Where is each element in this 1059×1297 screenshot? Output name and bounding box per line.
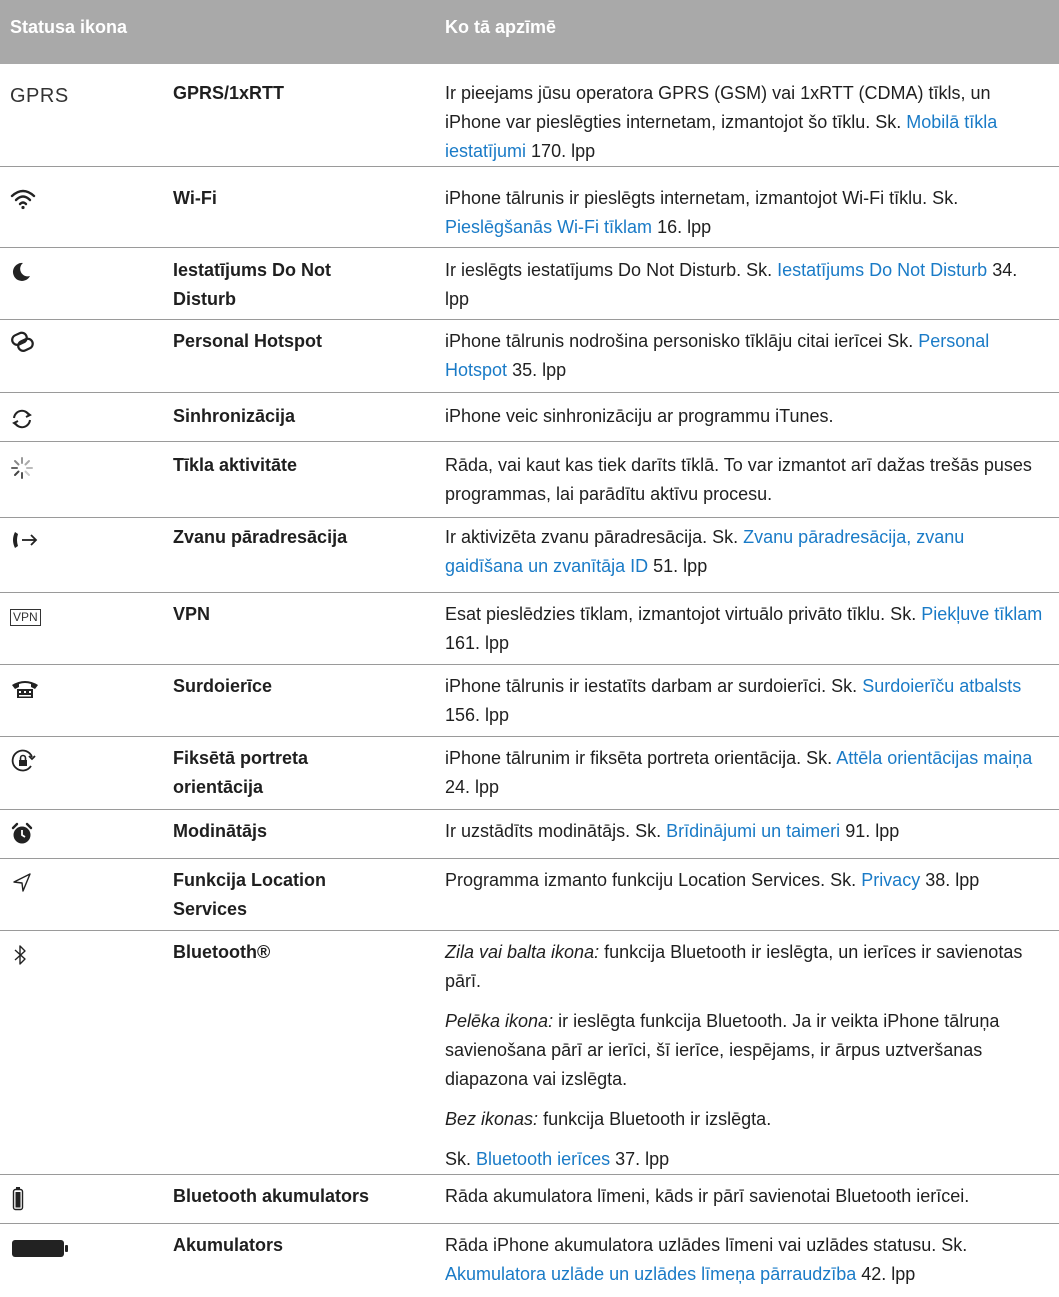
row-description: Rāda iPhone akumulatora uzlādes līmeni v… [445,1235,968,1284]
tty-icon [10,674,120,704]
header-meaning: Ko tā apzīmē [445,17,557,37]
alarm-icon [10,819,120,849]
row-description: Esat pieslēdzies tīklam, izmantojot virt… [445,604,1043,653]
table-row: Bluetooth akumulators Rāda akumulatora l… [0,1174,1059,1224]
row-name: VPN [173,604,211,624]
table-row: Funkcija Location Services Programma izm… [0,858,1059,931]
row-name: Iestatījums Do Not Disturb [173,260,332,309]
row-description: Ir uzstādīts modinātājs. Sk. Brīdinājumi… [445,821,900,841]
table-row: Modinātājs Ir uzstādīts modinātājs. Sk. … [0,809,1059,859]
row-description: iPhone tālrunis ir iestatīts darbam ar s… [445,676,1022,725]
row-description: Rāda akumulatora līmeni, kāds ir pārī sa… [445,1186,970,1206]
table-row: Wi-Fi iPhone tālrunis ir pieslēgts inter… [0,166,1059,248]
bluetooth-icon [10,940,120,970]
battery-icon [10,1233,120,1263]
row-description: Ir pieejams jūsu operatora GPRS (GSM) va… [445,83,998,161]
row-description: iPhone tālrunim ir fiksēta portreta orie… [445,748,1033,797]
call-forwarding-icon [10,525,120,555]
table-row: Iestatījums Do Not Disturb Ir ieslēgts i… [0,247,1059,320]
table-row: Akumulators Rāda iPhone akumulatora uzlā… [0,1223,1059,1297]
location-icon [10,868,120,898]
row-name: Zvanu pāradresācija [173,527,348,547]
row-name: Sinhronizācija [173,406,296,426]
row-name: Bluetooth® [173,942,271,962]
vpn-icon: VPN [10,602,120,632]
table-row: Zvanu pāradresācija Ir aktivizēta zvanu … [0,517,1059,593]
row-name: Wi-Fi [173,188,217,208]
row-description: Programma izmanto funkciju Location Serv… [445,870,980,890]
link[interactable]: Iestatījums Do Not Disturb [777,260,987,280]
gprs-icon: GPRS [10,84,69,107]
row-name: Bluetooth akumulators [173,1186,370,1206]
wifi-icon [10,184,120,214]
table-row: VPN VPN Esat pieslēdzies tīklam, izmanto… [0,592,1059,665]
table-row: GPRS GPRS/1xRTT Ir pieejams jūsu operato… [0,75,1059,167]
table-row: Bluetooth® Zila vai balta ikona: funkcij… [0,930,1059,1175]
row-description: Ir ieslēgts iestatījums Do Not Disturb. … [445,260,1018,309]
link[interactable]: Brīdinājumi un taimeri [666,821,840,841]
personal-hotspot-icon [10,327,120,357]
link[interactable]: Pieslēgšanās Wi-Fi tīklam [445,217,652,237]
row-description: Rāda, vai kaut kas tiek darīts tīklā. To… [445,455,1032,504]
bluetooth-battery-icon [10,1184,120,1214]
network-activity-icon [10,453,120,483]
link[interactable]: Attēla orientācijas maiņa [836,748,1032,768]
table-header: Statusa ikona Ko tā apzīmē [0,0,1059,64]
row-name: Modinātājs [173,821,268,841]
table-row: Tīkla aktivitāte Rāda, vai kaut kas tiek… [0,441,1059,518]
row-description: Ir aktivizēta zvanu pāradresācija. Sk. Z… [445,527,965,576]
link[interactable]: Surdoierīču atbalsts [862,676,1021,696]
moon-icon [10,257,120,287]
header-status-icon: Statusa ikona [10,17,128,37]
row-name: Akumulators [173,1235,284,1255]
orientation-lock-icon [10,746,120,776]
table-row: Surdoierīce iPhone tālrunis ir iestatīts… [0,664,1059,737]
row-name: GPRS/1xRTT [173,83,285,103]
link[interactable]: Bluetooth ierīces [476,1149,610,1169]
sync-icon [10,404,120,434]
row-name: Surdoierīce [173,676,273,696]
row-name: Fiksētā portreta orientācija [173,748,309,797]
row-name: Funkcija Location Services [173,870,327,919]
row-description: iPhone tālrunis nodrošina personisko tīk… [445,331,990,380]
row-description: iPhone tālrunis ir pieslēgts internetam,… [445,188,959,237]
row-description: Zila vai balta ikona: funkcija Bluetooth… [445,942,1023,1169]
link[interactable]: Akumulatora uzlāde un uzlādes līmeņa pār… [445,1264,856,1284]
row-name: Tīkla aktivitāte [173,455,298,475]
table-row: Fiksētā portreta orientācija iPhone tālr… [0,736,1059,810]
link[interactable]: Piekļuve tīklam [921,604,1042,624]
row-description: iPhone veic sinhronizāciju ar programmu … [445,406,834,426]
row-name: Personal Hotspot [173,331,323,351]
status-icons-table: Statusa ikona Ko tā apzīmē GPRS GPRS/1xR… [0,0,1059,1284]
table-row: Sinhronizācija iPhone veic sinhronizācij… [0,392,1059,442]
table-row: Personal Hotspot iPhone tālrunis nodroši… [0,319,1059,393]
link[interactable]: Privacy [861,870,920,890]
